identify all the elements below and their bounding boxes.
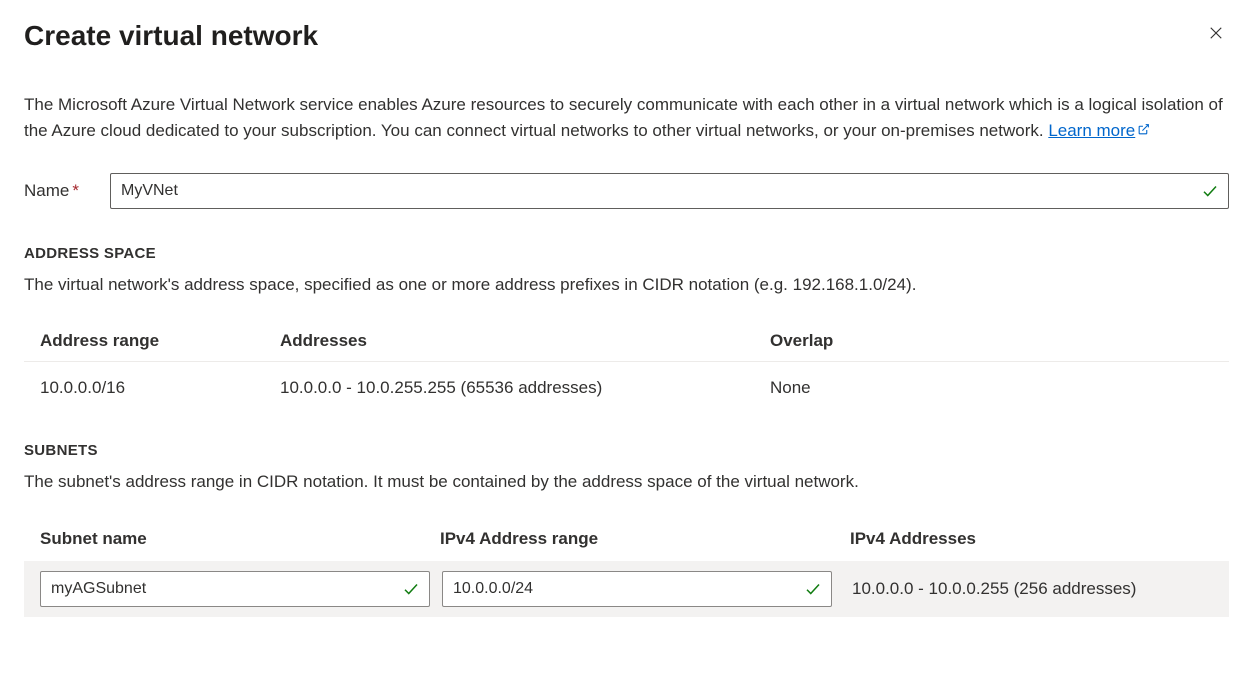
cell-addresses: 10.0.0.0 - 10.0.255.255 (65536 addresses… <box>280 378 770 398</box>
learn-more-link[interactable]: Learn more <box>1048 121 1150 140</box>
subnet-range-input[interactable] <box>442 571 832 607</box>
table-header-row: Address range Addresses Overlap <box>24 321 1229 362</box>
name-label: Name* <box>24 181 110 201</box>
col-addresses: Addresses <box>280 331 770 351</box>
address-space-description: The virtual network's address space, spe… <box>24 272 1229 298</box>
subnet-row: 10.0.0.0 - 10.0.0.255 (256 addresses) <box>24 561 1229 617</box>
check-icon <box>1201 182 1219 200</box>
table-row: 10.0.0.0/16 10.0.0.0 - 10.0.255.255 (655… <box>24 362 1229 414</box>
page-title: Create virtual network <box>24 20 318 52</box>
cell-overlap: None <box>770 378 1213 398</box>
name-input[interactable] <box>110 173 1229 209</box>
col-ipv4-addresses: IPv4 Addresses <box>840 529 1213 549</box>
subnets-description: The subnet's address range in CIDR notat… <box>24 469 1229 495</box>
subnets-header-row: Subnet name IPv4 Address range IPv4 Addr… <box>24 519 1229 561</box>
subnet-name-input[interactable] <box>40 571 430 607</box>
subnets-heading: SUBNETS <box>24 442 1229 459</box>
col-subnet-name: Subnet name <box>40 529 440 549</box>
close-icon <box>1207 24 1225 42</box>
cell-address-range: 10.0.0.0/16 <box>40 378 280 398</box>
intro-description: The Microsoft Azure Virtual Network serv… <box>24 92 1229 145</box>
subnet-addresses-text: 10.0.0.0 - 10.0.0.255 (256 addresses) <box>844 579 1136 599</box>
external-link-icon <box>1137 118 1150 144</box>
col-address-range: Address range <box>40 331 280 351</box>
check-icon <box>804 580 822 598</box>
intro-text: The Microsoft Azure Virtual Network serv… <box>24 95 1223 140</box>
col-overlap: Overlap <box>770 331 1213 351</box>
required-indicator: * <box>72 181 79 200</box>
address-space-table: Address range Addresses Overlap 10.0.0.0… <box>24 321 1229 414</box>
address-space-heading: ADDRESS SPACE <box>24 245 1229 262</box>
check-icon <box>402 580 420 598</box>
col-ipv4-range: IPv4 Address range <box>440 529 840 549</box>
close-button[interactable] <box>1203 20 1229 46</box>
